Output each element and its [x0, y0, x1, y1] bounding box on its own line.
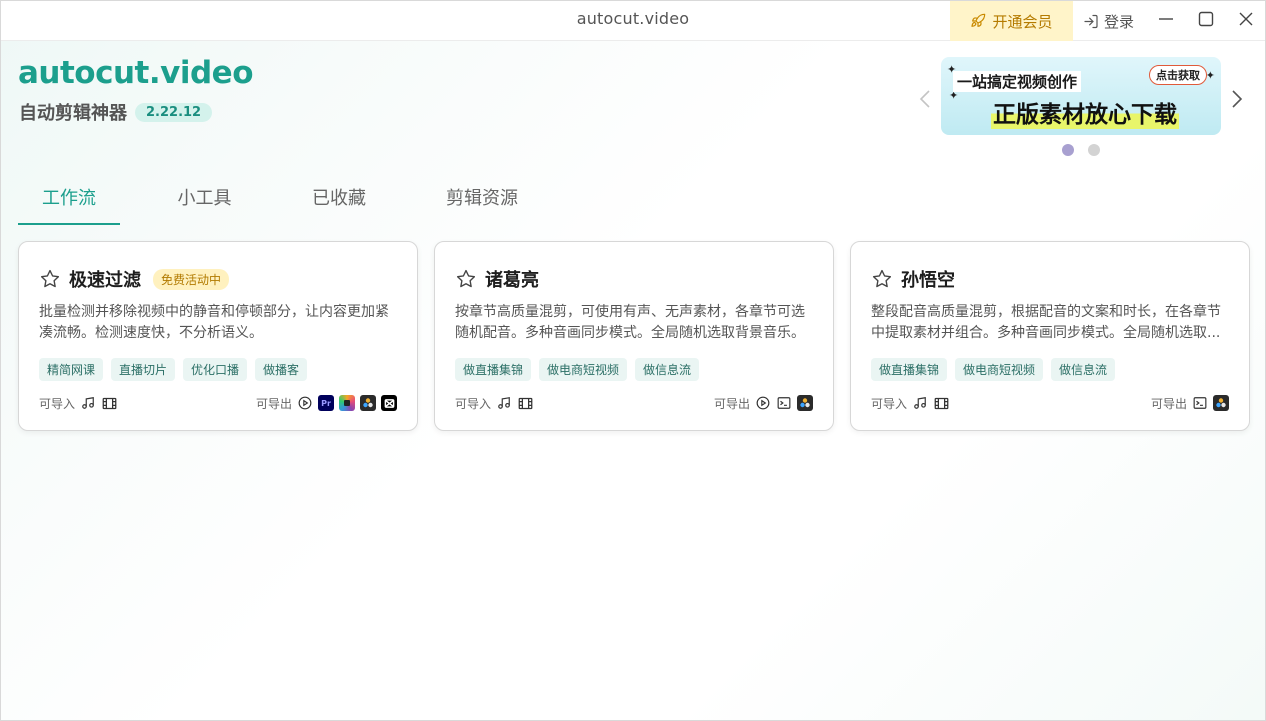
- maximize-icon: [1198, 11, 1214, 31]
- star-icon[interactable]: [455, 268, 477, 290]
- carousel-dot[interactable]: [1088, 144, 1100, 156]
- chevron-right-icon: [1231, 89, 1243, 113]
- login-button-label: 登录: [1104, 12, 1135, 31]
- card-description: 批量检测并移除视频中的静音和停顿部分，让内容更加紧凑流畅。检测速度快，不分析语义…: [39, 304, 389, 341]
- export-label: 可导出: [255, 396, 292, 411]
- workflow-card[interactable]: 孙悟空 整段配音高质量混剪，根据配音的文案和时长，在各章节中提取素材并组合。多种…: [850, 241, 1250, 431]
- play-circle-icon: [755, 395, 771, 411]
- export-group: 可导出: [714, 395, 813, 412]
- star-icon[interactable]: [871, 268, 893, 290]
- tab-resources[interactable]: 剪辑资源: [389, 169, 575, 225]
- import-label: 可导入: [39, 396, 76, 411]
- capcut-icon: [381, 395, 397, 411]
- card-tag: 直播切片: [111, 358, 176, 381]
- card-header: 极速过滤 免费活动中: [39, 266, 230, 292]
- davinci-resolve-icon: [1213, 395, 1229, 411]
- import-group: 可导入: [871, 395, 949, 412]
- vip-button[interactable]: 开通会员: [950, 1, 1073, 41]
- card-description: 按章节高质量混剪，可使用有声、无声素材，各章节可选随机配音。多种音画同步模式。全…: [455, 304, 805, 341]
- app-subtitle: 自动剪辑神器: [19, 103, 127, 124]
- card-tag: 做信息流: [635, 358, 700, 381]
- card-tag: 做直播集锦: [455, 358, 532, 381]
- davinci-resolve-icon: [797, 395, 813, 411]
- premiere-pro-icon: Pr: [318, 395, 334, 411]
- card-tags: 做直播集锦 做电商短视频 做信息流: [455, 358, 700, 381]
- export-group: 可导出: [1151, 395, 1229, 412]
- login-icon: [1083, 13, 1099, 29]
- card-header: 诸葛亮: [455, 266, 539, 292]
- maximize-button[interactable]: [1194, 9, 1218, 33]
- davinci-resolve-icon: [360, 395, 376, 411]
- close-icon: [1238, 11, 1254, 31]
- main-tabs: 工作流 小工具 已收藏 剪辑资源: [18, 169, 575, 225]
- music-icon: [912, 395, 928, 411]
- film-icon: [517, 395, 533, 411]
- banner-cta[interactable]: 点击获取: [1149, 65, 1207, 85]
- vip-button-label: 开通会员: [992, 12, 1053, 31]
- export-group: 可导出 Pr: [256, 395, 397, 412]
- card-io-row: 可导入 可导出 Pr: [39, 393, 397, 413]
- close-button[interactable]: [1234, 9, 1258, 33]
- window-title: autocut.video: [576, 9, 690, 28]
- card-io-row: 可导入 可导出: [871, 393, 1229, 413]
- card-tag: 做信息流: [1051, 358, 1116, 381]
- promo-banner[interactable]: ✦ ✦ ✦ 一站搞定视频创作 正版素材放心下载 点击获取: [941, 57, 1221, 135]
- import-label: 可导入: [871, 396, 908, 411]
- promo-badge: 免费活动中: [153, 268, 230, 290]
- title-bar: autocut.video 开通会员 登录: [1, 1, 1265, 41]
- carousel-next-button[interactable]: [1228, 87, 1246, 115]
- card-title: 孙悟空: [901, 270, 955, 291]
- carousel-dots: [1062, 144, 1100, 156]
- star-icon[interactable]: [39, 268, 61, 290]
- carousel-prev-button[interactable]: [916, 87, 934, 115]
- film-icon: [933, 395, 949, 411]
- import-group: 可导入: [39, 395, 117, 412]
- export-label: 可导出: [713, 396, 750, 411]
- carousel-dot[interactable]: [1062, 144, 1074, 156]
- chevron-left-icon: [919, 89, 931, 113]
- card-tag: 做直播集锦: [871, 358, 948, 381]
- card-io-row: 可导入 可导出: [455, 393, 813, 413]
- play-circle-icon: [297, 395, 313, 411]
- tab-workflow[interactable]: 工作流: [18, 169, 120, 225]
- final-cut-icon: [339, 395, 355, 411]
- tab-favorites[interactable]: 已收藏: [289, 169, 389, 225]
- music-icon: [80, 395, 96, 411]
- minimize-icon: [1158, 11, 1174, 31]
- terminal-icon: [776, 395, 792, 411]
- minimize-button[interactable]: [1154, 9, 1178, 33]
- workflow-card[interactable]: 极速过滤 免费活动中 批量检测并移除视频中的静音和停顿部分，让内容更加紧凑流畅。…: [18, 241, 418, 431]
- app-window: autocut.video 开通会员 登录 autocut.video 自动剪辑…: [0, 0, 1266, 721]
- brand-logo-text: autocut.video: [18, 55, 254, 91]
- card-tags: 精简网课 直播切片 优化口播 做播客: [39, 358, 308, 381]
- film-icon: [101, 395, 117, 411]
- import-group: 可导入: [455, 395, 533, 412]
- card-tag: 做电商短视频: [955, 358, 1044, 381]
- rocket-icon: [970, 13, 986, 29]
- music-icon: [496, 395, 512, 411]
- workflow-card[interactable]: 诸葛亮 按章节高质量混剪，可使用有声、无声素材，各章节可选随机配音。多种音画同步…: [434, 241, 834, 431]
- card-tag: 做电商短视频: [539, 358, 628, 381]
- version-badge: 2.22.12: [135, 102, 213, 122]
- card-tag: 做播客: [255, 358, 308, 381]
- banner-headline: 一站搞定视频创作: [953, 71, 1082, 92]
- export-label: 可导出: [1150, 396, 1187, 411]
- import-label: 可导入: [455, 396, 492, 411]
- card-title: 极速过滤: [69, 270, 141, 291]
- tab-tools[interactable]: 小工具: [120, 169, 289, 225]
- card-tags: 做直播集锦 做电商短视频 做信息流: [871, 358, 1116, 381]
- card-title: 诸葛亮: [485, 270, 539, 291]
- terminal-icon: [1192, 395, 1208, 411]
- login-button[interactable]: 登录: [1083, 1, 1134, 41]
- card-header: 孙悟空: [871, 266, 955, 292]
- card-description: 整段配音高质量混剪，根据配音的文案和时长，在各章节中提取素材并组合。多种音画同步…: [871, 304, 1221, 341]
- card-tag: 优化口播: [183, 358, 248, 381]
- banner-main-text: 正版素材放心下载: [991, 95, 1179, 129]
- subtitle-row: 自动剪辑神器 2.22.12: [19, 99, 213, 125]
- sparkle-icon: ✦: [1205, 69, 1215, 82]
- card-tag: 精简网课: [39, 358, 104, 381]
